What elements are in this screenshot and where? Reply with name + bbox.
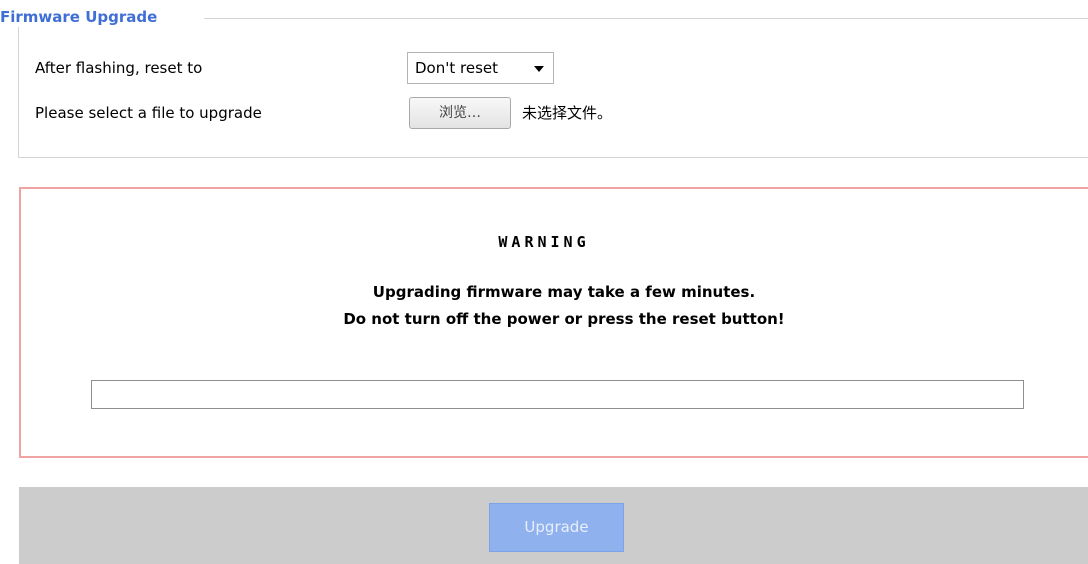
chevron-down-icon [534,66,544,72]
reset-label: After flashing, reset to [35,59,203,77]
warning-line-1: Upgrading firmware may take a few minute… [372,283,756,301]
upgrade-progress-bar [91,380,1024,409]
reset-select[interactable]: Don't reset [407,52,554,84]
section-legend: Firmware Upgrade [0,7,164,27]
browse-button[interactable]: 浏览… [409,97,511,129]
section-border-left [18,18,19,158]
warning-title: WARNING [498,233,590,251]
firmware-upgrade-section [18,18,1088,158]
upgrade-button[interactable]: Upgrade [489,503,624,552]
file-status-text: 未选择文件。 [522,104,613,122]
warning-line-2: Do not turn off the power or press the r… [343,310,785,328]
reset-select-value: Don't reset [415,59,498,77]
section-border-top [204,18,1088,19]
file-label: Please select a file to upgrade [35,104,262,122]
